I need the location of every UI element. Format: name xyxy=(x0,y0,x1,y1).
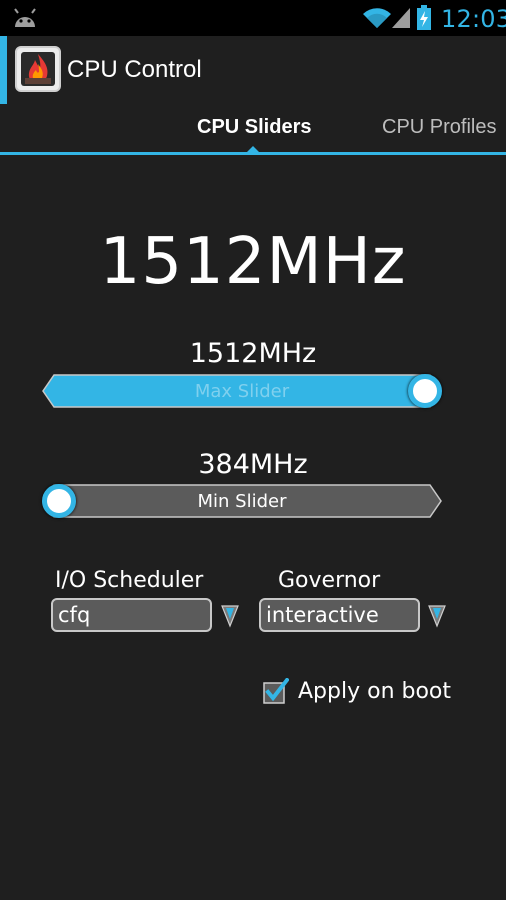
status-bar: 12:03 xyxy=(0,0,506,36)
battery-charging-icon xyxy=(417,5,431,30)
action-bar: CPU Control xyxy=(0,36,506,104)
status-time: 12:03 xyxy=(441,5,506,33)
governor-select[interactable]: interactive xyxy=(259,598,420,632)
apply-on-boot-label[interactable]: Apply on boot xyxy=(298,679,451,704)
io-scheduler-label: I/O Scheduler xyxy=(55,568,204,593)
tab-cpu-sliders[interactable]: CPU Sliders xyxy=(197,116,311,139)
app-title: CPU Control xyxy=(67,56,202,83)
current-frequency: 1512MHz xyxy=(99,225,407,299)
chevron-down-icon[interactable] xyxy=(220,604,240,628)
min-slider-label: Min Slider xyxy=(197,491,287,512)
up-indicator[interactable] xyxy=(0,36,7,104)
io-scheduler-select[interactable]: cfq xyxy=(51,598,212,632)
tab-cpu-profiles[interactable]: CPU Profiles xyxy=(382,116,496,139)
tab-underline xyxy=(0,152,506,155)
min-slider-value: 384MHz xyxy=(198,449,308,480)
chevron-down-icon[interactable] xyxy=(427,604,447,628)
wifi-icon xyxy=(363,8,391,28)
governor-label: Governor xyxy=(278,568,381,593)
tab-bar: CPU Sliders CPU Profiles xyxy=(0,104,506,156)
android-icon xyxy=(14,8,36,27)
max-slider-value: 1512MHz xyxy=(189,338,317,369)
max-slider-label: Max Slider xyxy=(194,381,290,402)
apply-on-boot-checkbox[interactable] xyxy=(263,678,289,704)
signal-icon xyxy=(392,8,410,28)
cpu-flame-icon[interactable] xyxy=(15,46,61,92)
